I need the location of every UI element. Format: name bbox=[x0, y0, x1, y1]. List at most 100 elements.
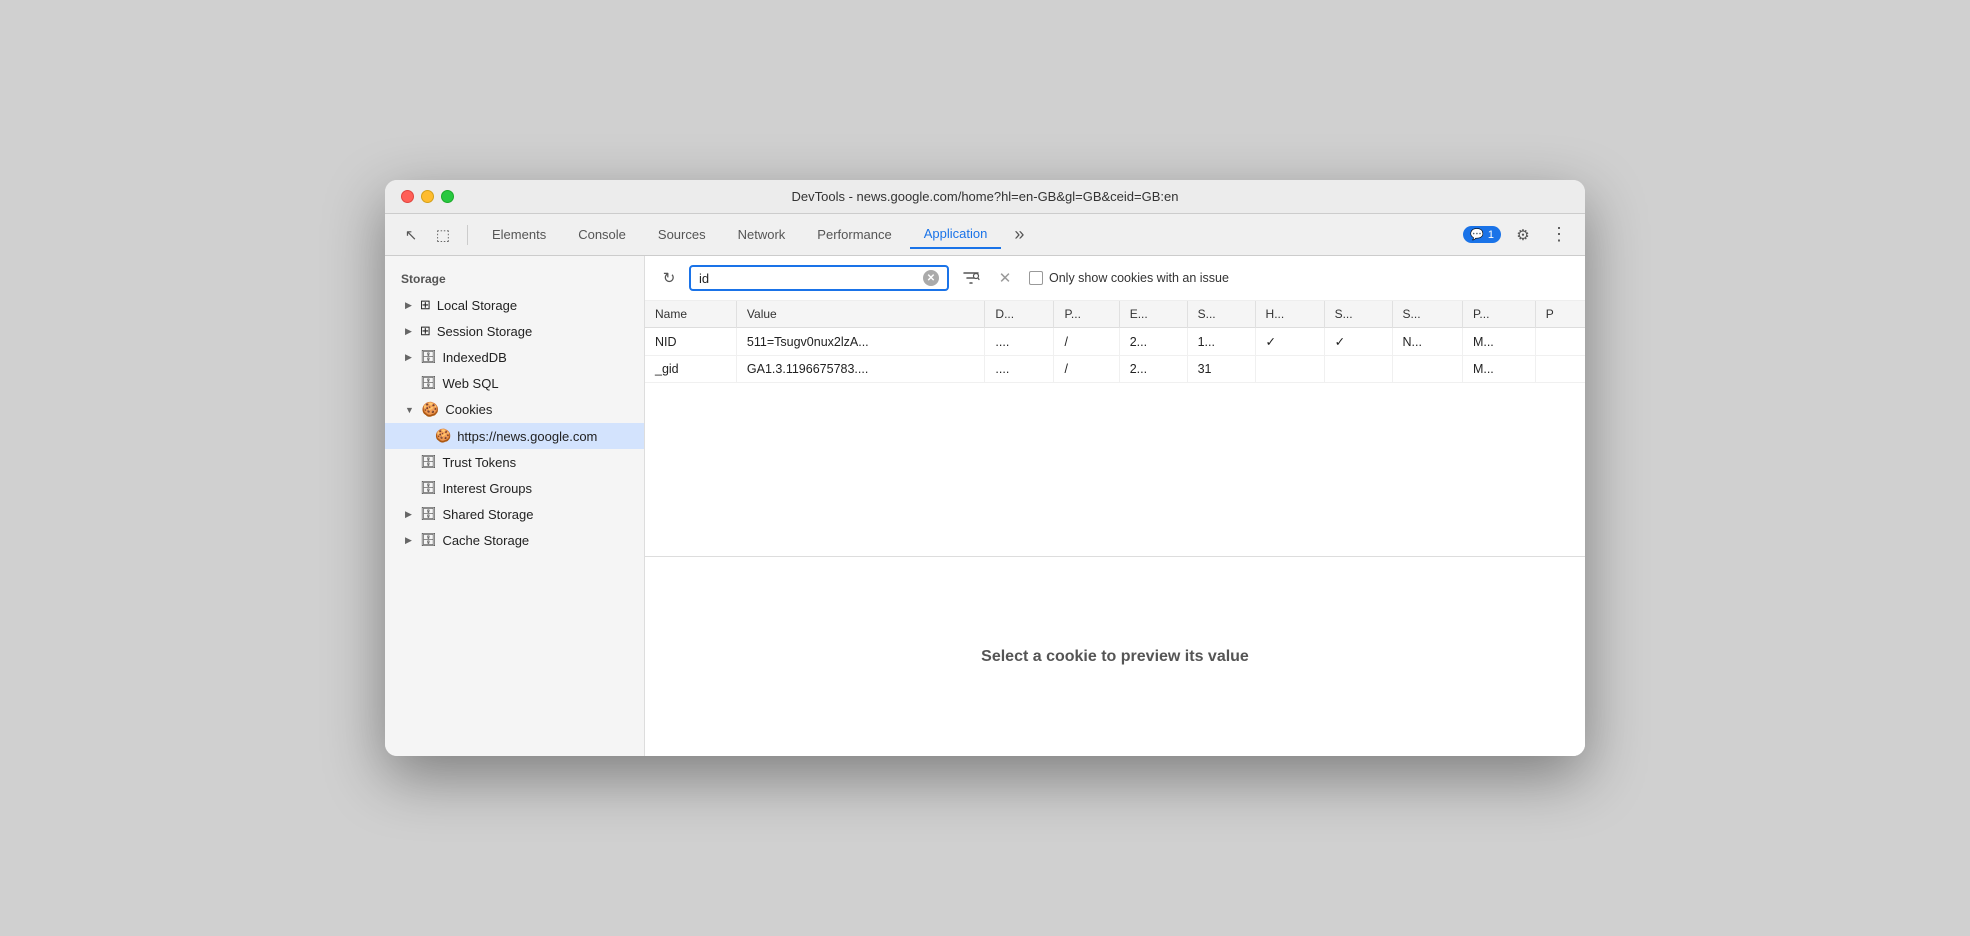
sidebar-item-label: Cookies bbox=[445, 402, 492, 417]
table-header-row: Name Value D... P... E... S... H... S...… bbox=[645, 301, 1585, 328]
sidebar-item-label: Interest Groups bbox=[442, 481, 532, 496]
more-tabs-button[interactable]: » bbox=[1005, 221, 1033, 249]
cell-value: GA1.3.1196675783.... bbox=[736, 356, 984, 383]
cell-domain: .... bbox=[985, 328, 1054, 356]
window-title: DevTools - news.google.com/home?hl=en-GB… bbox=[792, 189, 1179, 204]
sidebar-item-trust-tokens[interactable]: ▶ 🗄 Trust Tokens bbox=[385, 449, 644, 475]
minimize-button[interactable] bbox=[421, 190, 434, 203]
cell-expires: 2... bbox=[1119, 328, 1187, 356]
sidebar-item-local-storage[interactable]: ▶ ⊞ Local Storage bbox=[385, 292, 644, 318]
clear-search-button[interactable]: ✕ bbox=[923, 270, 939, 286]
arrow-icon: ▶ bbox=[405, 509, 412, 520]
content-area: Storage ▶ ⊞ Local Storage ▶ ⊞ Session St… bbox=[385, 256, 1585, 756]
cookies-table-container: Name Value D... P... E... S... H... S...… bbox=[645, 301, 1585, 556]
main-panel: ↻ ✕ ✕ Only show cookies with an issue bbox=[645, 256, 1585, 756]
toolbar: ↖ ⬚ Elements Console Sources Network Per… bbox=[385, 214, 1585, 256]
cookie-filter-checkbox[interactable] bbox=[1029, 271, 1043, 285]
close-filter-button[interactable]: ✕ bbox=[993, 266, 1017, 290]
preview-label: Select a cookie to preview its value bbox=[981, 648, 1249, 666]
sidebar-item-session-storage[interactable]: ▶ ⊞ Session Storage bbox=[385, 318, 644, 344]
sidebar-item-cookies[interactable]: ▼ 🍪 Cookies bbox=[385, 396, 644, 423]
sidebar-item-google-news[interactable]: 🍪 https://news.google.com bbox=[385, 423, 644, 449]
sidebar-item-label: Shared Storage bbox=[442, 507, 533, 522]
filter-bar: ↻ ✕ ✕ Only show cookies with an issue bbox=[645, 256, 1585, 301]
search-box: ✕ bbox=[689, 265, 949, 291]
tab-network[interactable]: Network bbox=[724, 221, 800, 248]
tab-performance[interactable]: Performance bbox=[803, 221, 905, 248]
sidebar-item-indexeddb[interactable]: ▶ 🗄 IndexedDB bbox=[385, 344, 644, 370]
tab-elements[interactable]: Elements bbox=[478, 221, 560, 248]
sidebar-item-label: Session Storage bbox=[437, 324, 532, 339]
cell-size: 1... bbox=[1187, 328, 1255, 356]
arrow-icon: ▼ bbox=[405, 405, 414, 415]
col-expires[interactable]: E... bbox=[1119, 301, 1187, 328]
cache-storage-icon: 🗄 bbox=[420, 532, 437, 548]
sidebar-item-shared-storage[interactable]: ▶ 🗄 Shared Storage bbox=[385, 501, 644, 527]
session-storage-icon: ⊞ bbox=[420, 323, 431, 339]
cell-partition bbox=[1535, 328, 1585, 356]
arrow-icon: ▶ bbox=[405, 300, 412, 311]
sidebar-item-label: https://news.google.com bbox=[457, 429, 597, 444]
interest-groups-icon: 🗄 bbox=[420, 480, 437, 496]
col-domain[interactable]: D... bbox=[985, 301, 1054, 328]
cookie-filter-label[interactable]: Only show cookies with an issue bbox=[1029, 271, 1229, 285]
cell-domain: .... bbox=[985, 356, 1054, 383]
cell-path: / bbox=[1054, 328, 1119, 356]
trust-tokens-icon: 🗄 bbox=[420, 454, 437, 470]
col-partition[interactable]: P bbox=[1535, 301, 1585, 328]
table-body: NID511=Tsugv0nux2lzA......./2...1...✓✓N.… bbox=[645, 328, 1585, 383]
sidebar-item-cache-storage[interactable]: ▶ 🗄 Cache Storage bbox=[385, 527, 644, 553]
cell-samesite: N... bbox=[1392, 328, 1462, 356]
devtools-window: DevTools - news.google.com/home?hl=en-GB… bbox=[385, 180, 1585, 756]
arrow-icon: ▶ bbox=[405, 352, 412, 363]
col-samesite[interactable]: S... bbox=[1392, 301, 1462, 328]
tab-application[interactable]: Application bbox=[910, 220, 1002, 249]
col-value[interactable]: Value bbox=[736, 301, 984, 328]
col-secure[interactable]: S... bbox=[1324, 301, 1392, 328]
toolbar-right: 💬 1 ⚙ ⋮ bbox=[1463, 221, 1573, 249]
tab-console[interactable]: Console bbox=[564, 221, 640, 248]
more-options-icon[interactable]: ⋮ bbox=[1545, 221, 1573, 249]
badge-icon: 💬 bbox=[1470, 228, 1484, 241]
close-button[interactable] bbox=[401, 190, 414, 203]
cookies-icon: 🍪 bbox=[422, 401, 439, 418]
refresh-button[interactable]: ↻ bbox=[657, 266, 681, 290]
col-httponly[interactable]: H... bbox=[1255, 301, 1324, 328]
col-name[interactable]: Name bbox=[645, 301, 736, 328]
sidebar-item-interest-groups[interactable]: ▶ 🗄 Interest Groups bbox=[385, 475, 644, 501]
web-sql-icon: 🗄 bbox=[420, 375, 437, 391]
tab-sources[interactable]: Sources bbox=[644, 221, 720, 248]
sidebar-item-label: Cache Storage bbox=[442, 533, 529, 548]
table-row[interactable]: _gidGA1.3.1196675783......../2...31M... bbox=[645, 356, 1585, 383]
settings-icon[interactable]: ⚙ bbox=[1509, 221, 1537, 249]
table-row[interactable]: NID511=Tsugv0nux2lzA......./2...1...✓✓N.… bbox=[645, 328, 1585, 356]
notification-badge[interactable]: 💬 1 bbox=[1463, 226, 1501, 243]
shared-storage-icon: 🗄 bbox=[420, 506, 437, 522]
cell-secure bbox=[1324, 356, 1392, 383]
cell-size: 31 bbox=[1187, 356, 1255, 383]
cell-samesite bbox=[1392, 356, 1462, 383]
inspect-icon[interactable]: ⬚ bbox=[429, 221, 457, 249]
sidebar-item-web-sql[interactable]: ▶ 🗄 Web SQL bbox=[385, 370, 644, 396]
sidebar-item-label: Web SQL bbox=[442, 376, 498, 391]
arrow-icon: ▶ bbox=[405, 535, 412, 546]
cursor-icon[interactable]: ↖ bbox=[397, 221, 425, 249]
toolbar-divider bbox=[467, 225, 468, 245]
col-priority[interactable]: P... bbox=[1462, 301, 1535, 328]
cell-value: 511=Tsugv0nux2lzA... bbox=[736, 328, 984, 356]
cell-partition bbox=[1535, 356, 1585, 383]
cell-expires: 2... bbox=[1119, 356, 1187, 383]
col-size[interactable]: S... bbox=[1187, 301, 1255, 328]
search-input[interactable] bbox=[699, 271, 917, 286]
sidebar: Storage ▶ ⊞ Local Storage ▶ ⊞ Session St… bbox=[385, 256, 645, 756]
filter-icon[interactable] bbox=[957, 264, 985, 292]
cell-priority: M... bbox=[1462, 328, 1535, 356]
cell-httponly bbox=[1255, 356, 1324, 383]
cell-name: _gid bbox=[645, 356, 736, 383]
cookie-filter-text: Only show cookies with an issue bbox=[1049, 271, 1229, 285]
sidebar-section-storage: Storage bbox=[385, 268, 644, 292]
local-storage-icon: ⊞ bbox=[420, 297, 431, 313]
maximize-button[interactable] bbox=[441, 190, 454, 203]
cell-name: NID bbox=[645, 328, 736, 356]
col-path[interactable]: P... bbox=[1054, 301, 1119, 328]
